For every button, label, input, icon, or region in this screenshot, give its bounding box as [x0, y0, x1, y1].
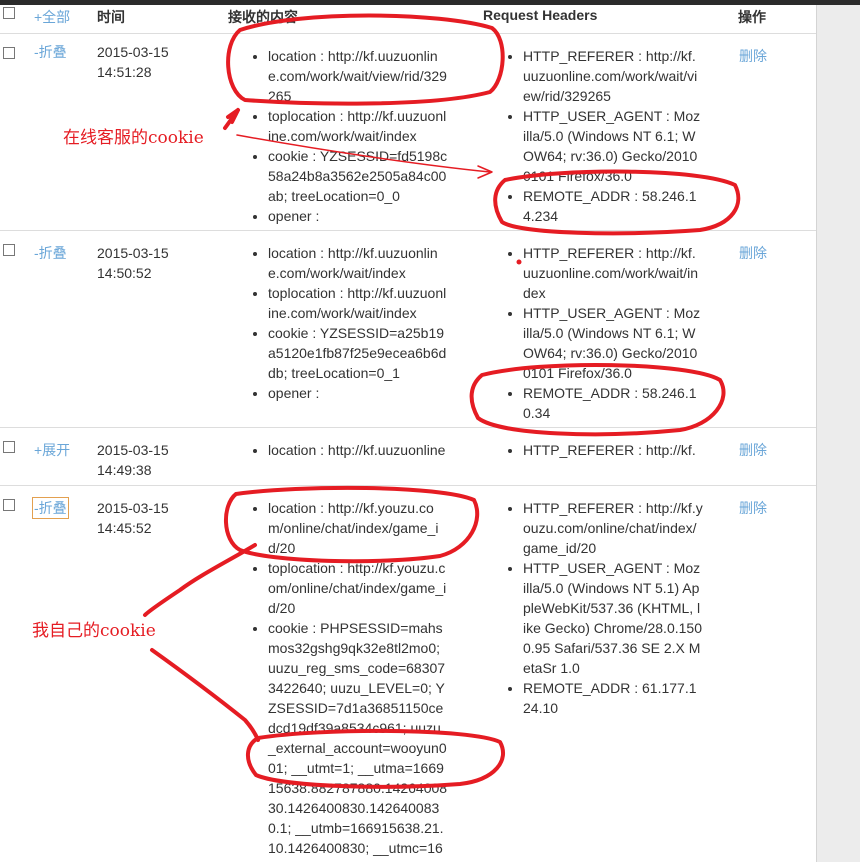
headers-list: HTTP_REFERER : http://kf.uuzuonline.com/… [503, 46, 703, 226]
row-checkbox[interactable] [3, 499, 15, 511]
delete-link[interactable]: 删除 [739, 498, 767, 518]
collapse-toggle[interactable]: -折叠 [34, 42, 67, 62]
header-item: REMOTE_ADDR : 58.246.10.34 [523, 383, 703, 423]
content-list: location : http://kf.uuzuonline.com/work… [248, 46, 448, 226]
content-list: location : http://kf.youzu.com/online/ch… [248, 498, 448, 862]
row-timestamp: 2015-03-15 14:50:52 [97, 243, 217, 283]
content-list: location : http://kf.uuzuonline [248, 440, 488, 460]
content-item: toplocation : http://kf.youzu.com/online… [268, 558, 448, 618]
content-item: toplocation : http://kf.uuzuonline.com/w… [268, 283, 448, 323]
row-timestamp: 2015-03-15 14:45:52 [97, 498, 217, 538]
row-checkbox[interactable] [3, 47, 15, 59]
delete-link[interactable]: 删除 [739, 46, 767, 66]
row-timestamp: 2015-03-15 14:49:38 [97, 440, 217, 480]
header-item: HTTP_REFERER : http://kf. [523, 440, 743, 460]
headers-list: HTTP_REFERER : http://kf. [503, 440, 743, 460]
table-row: -折叠 2015-03-15 14:50:52 location : http:… [0, 231, 816, 428]
row-date: 2015-03-15 [97, 44, 169, 60]
row-date: 2015-03-15 [97, 500, 169, 516]
header-item: HTTP_USER_AGENT : Mozilla/5.0 (Windows N… [523, 558, 703, 678]
row-time: 14:50:52 [97, 265, 152, 281]
content-item: cookie : PHPSESSID=mahsmos32gshg9qk32e8t… [268, 618, 448, 862]
content-item: location : http://kf.uuzuonline.com/work… [268, 243, 448, 283]
select-all-checkbox[interactable] [3, 7, 15, 19]
header-item: HTTP_USER_AGENT : Mozilla/5.0 (Windows N… [523, 106, 703, 186]
headers-list: HTTP_REFERER : http://kf.youzu.com/onlin… [503, 498, 703, 718]
table-row: +展开 2015-03-15 14:49:38 location : http:… [0, 428, 816, 486]
row-time: 14:45:52 [97, 520, 152, 536]
row-checkbox[interactable] [3, 441, 15, 453]
row-date: 2015-03-15 [97, 245, 169, 261]
action-column-header: 操作 [738, 9, 766, 25]
delete-link[interactable]: 删除 [739, 440, 767, 460]
table-row: -折叠 2015-03-15 14:45:52 location : http:… [0, 486, 816, 862]
row-time: 14:51:28 [97, 64, 152, 80]
annotation-staff-cookie: 在线客服的cookie [63, 128, 204, 148]
expand-toggle[interactable]: +展开 [34, 440, 70, 460]
header-item: HTTP_REFERER : http://kf.uuzuonline.com/… [523, 46, 703, 106]
content-item: cookie : YZSESSID=fd5198c58a24b8a3562e25… [268, 146, 448, 206]
content-column-header: 接收的内容 [228, 9, 298, 25]
row-date: 2015-03-15 [97, 442, 169, 458]
content-item: location : http://kf.youzu.com/online/ch… [268, 498, 448, 558]
row-time: 14:49:38 [97, 462, 152, 478]
header-item: REMOTE_ADDR : 61.177.124.10 [523, 678, 703, 718]
header-item: HTTP_REFERER : http://kf.uuzuonline.com/… [523, 243, 703, 303]
row-timestamp: 2015-03-15 14:51:28 [97, 42, 217, 82]
right-scroll-panel[interactable] [816, 5, 860, 862]
delete-link[interactable]: 删除 [739, 243, 767, 263]
content-item: location : http://kf.uuzuonline.com/work… [268, 46, 448, 106]
annotation-my-cookie: 我自己的cookie [32, 621, 156, 641]
content-item: location : http://kf.uuzuonline [268, 440, 488, 460]
select-all-link[interactable]: +全部 [34, 7, 70, 27]
header-item: HTTP_USER_AGENT : Mozilla/5.0 (Windows N… [523, 303, 703, 383]
content-list: location : http://kf.uuzuonline.com/work… [248, 243, 448, 403]
content-item: opener : [268, 206, 448, 226]
content-item: cookie : YZSESSID=a25b19a5120e1fb87f25e9… [268, 323, 448, 383]
time-column-header: 时间 [97, 9, 125, 25]
content-item: toplocation : http://kf.uuzuonline.com/w… [268, 106, 448, 146]
table-header: +全部 时间 接收的内容 Request Headers 操作 [0, 5, 816, 34]
headers-list: HTTP_REFERER : http://kf.uuzuonline.com/… [503, 243, 703, 423]
content-item: opener : [268, 383, 448, 403]
collapse-toggle[interactable]: -折叠 [32, 497, 69, 519]
headers-column-header: Request Headers [483, 7, 598, 23]
collapse-toggle[interactable]: -折叠 [34, 243, 67, 263]
header-item: REMOTE_ADDR : 58.246.14.234 [523, 186, 703, 226]
header-item: HTTP_REFERER : http://kf.youzu.com/onlin… [523, 498, 703, 558]
row-checkbox[interactable] [3, 244, 15, 256]
